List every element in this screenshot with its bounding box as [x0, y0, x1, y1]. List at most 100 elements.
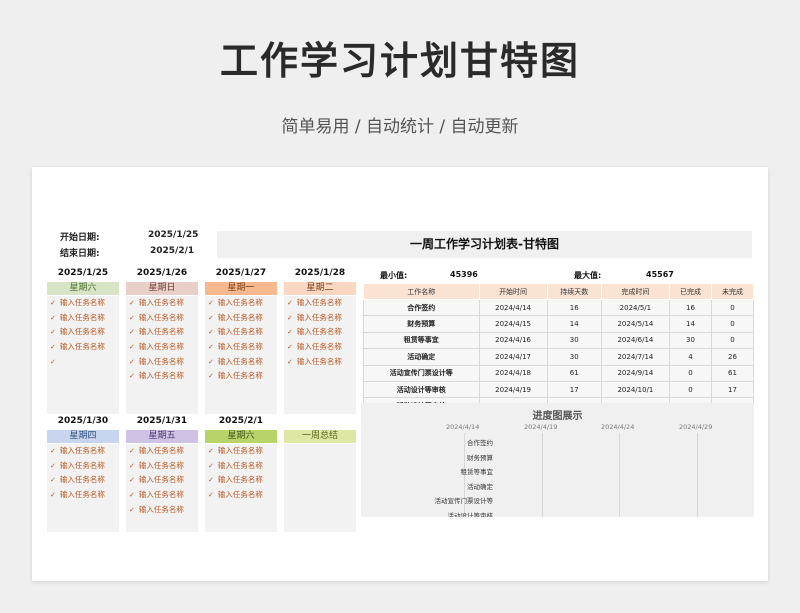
- task-name: 输入任务名称: [138, 460, 184, 470]
- task-item[interactable]: ✓ 输入任务名称: [205, 444, 277, 459]
- task-item[interactable]: ✓ 输入任务名称: [284, 296, 356, 311]
- table-cell[interactable]: 0: [668, 364, 712, 382]
- gantt-gridline: [697, 433, 698, 517]
- table-cell[interactable]: 合作签约: [363, 298, 480, 317]
- hero-title: 工作学习计划甘特图: [219, 39, 580, 83]
- table-cell[interactable]: 2024/7/14: [600, 348, 670, 366]
- table-cell[interactable]: 活动设计等审核: [363, 380, 480, 399]
- task-item[interactable]: ✓: [47, 355, 119, 370]
- task-item[interactable]: ✓ 输入任务名称: [284, 311, 356, 326]
- table-cell[interactable]: 财务预算: [363, 315, 480, 333]
- task-item[interactable]: ✓ 输入任务名称: [126, 488, 198, 503]
- task-item[interactable]: ✓ 输入任务名称: [47, 488, 119, 503]
- table-cell[interactable]: 0: [710, 298, 755, 317]
- table-cell[interactable]: 30: [546, 348, 602, 366]
- end-date-value[interactable]: 2025/2/1: [150, 246, 194, 256]
- task-name: 输入任务名称: [138, 446, 184, 455]
- table-cell[interactable]: 2024/6/14: [600, 331, 670, 350]
- task-name: 输入任务名称: [138, 312, 184, 322]
- task-item[interactable]: ✓ 输入任务名称: [284, 355, 356, 370]
- task-item[interactable]: ✓ 输入任务名称: [47, 325, 119, 340]
- task-item[interactable]: ✓ 输入任务名称: [47, 311, 119, 326]
- task-item[interactable]: ✓ 输入任务名称: [47, 296, 119, 311]
- task-item[interactable]: ✓ 输入任务名称: [205, 311, 277, 326]
- col-header: 未完成: [710, 283, 755, 300]
- table-cell[interactable]: 2024/10/1: [600, 380, 670, 399]
- table-cell[interactable]: 2024/4/15: [478, 315, 548, 333]
- table-cell[interactable]: 26: [710, 348, 755, 366]
- max-value: 45567: [646, 270, 674, 279]
- table-cell[interactable]: 活动确定: [363, 348, 480, 366]
- table-cell[interactable]: 租赁等事宜: [363, 331, 480, 350]
- task-item[interactable]: ✓ 输入任务名称: [126, 459, 198, 474]
- table-cell[interactable]: 2024/5/14: [600, 315, 670, 333]
- table-cell[interactable]: 14: [668, 315, 712, 333]
- start-date-value[interactable]: 2025/1/25: [148, 230, 198, 240]
- task-name: 输入任务名称: [59, 327, 105, 337]
- checkmark-icon: ✓: [50, 447, 56, 455]
- task-item[interactable]: ✓ 输入任务名称: [205, 459, 277, 474]
- task-item[interactable]: ✓ 输入任务名称: [205, 340, 277, 355]
- task-item[interactable]: ✓ 输入任务名称: [47, 444, 119, 459]
- day-task-list: ✓ 输入任务名称 ✓ 输入任务名称 ✓ 输入任务名称 ✓ 输入任务名称: [47, 444, 119, 532]
- checkmark-icon: ✓: [208, 299, 214, 307]
- table-cell[interactable]: 活动宣传门票设计等: [363, 364, 480, 382]
- day-header: 星期五: [126, 430, 198, 443]
- table-cell[interactable]: 2024/4/17: [478, 348, 548, 366]
- task-item[interactable]: ✓ 输入任务名称: [47, 473, 119, 488]
- table-cell[interactable]: 2024/4/18: [478, 364, 548, 382]
- table-cell[interactable]: 61: [546, 364, 602, 382]
- checkmark-icon: ✓: [129, 357, 135, 366]
- task-item[interactable]: ✓ 输入任务名称: [126, 325, 198, 340]
- task-item[interactable]: ✓ 输入任务名称: [284, 325, 356, 340]
- task-item[interactable]: ✓ 输入任务名称: [126, 311, 198, 326]
- day-header: 星期六: [47, 282, 119, 295]
- gantt-axis-tick: 2024/4/29: [679, 423, 713, 431]
- table-cell[interactable]: 4: [668, 348, 712, 366]
- table-cell[interactable]: 30: [668, 331, 712, 350]
- task-item[interactable]: ✓ 输入任务名称: [205, 369, 277, 384]
- hero-subtitle: 简单易用 / 自动统计 / 自动更新: [281, 117, 519, 137]
- table-row: 合作签约 2024/4/14 16 2024/5/1 16 0: [363, 298, 755, 317]
- table-cell[interactable]: 2024/4/14: [478, 298, 548, 317]
- task-item[interactable]: ✓ 输入任务名称: [126, 369, 198, 384]
- table-cell[interactable]: 14: [546, 315, 602, 333]
- task-item[interactable]: ✓ 输入任务名称: [126, 340, 198, 355]
- task-item[interactable]: ✓ 输入任务名称: [205, 488, 277, 503]
- table-cell[interactable]: 2024/4/19: [478, 380, 548, 399]
- task-item[interactable]: ✓ 输入任务名称: [205, 296, 277, 311]
- table-cell[interactable]: 2024/9/14: [600, 364, 670, 382]
- task-item[interactable]: ✓ 输入任务名称: [205, 473, 277, 488]
- task-item[interactable]: ✓ 输入任务名称: [126, 473, 198, 488]
- task-item[interactable]: ✓ 输入任务名称: [47, 459, 119, 474]
- table-cell[interactable]: 2024/4/16: [478, 331, 548, 350]
- table-cell[interactable]: 30: [546, 331, 602, 350]
- day-date: 2025/1/31: [136, 416, 188, 426]
- table-cell[interactable]: 0: [710, 315, 755, 333]
- task-item[interactable]: ✓ 输入任务名称: [205, 355, 277, 370]
- task-item[interactable]: ✓ 输入任务名称: [126, 503, 198, 518]
- task-item[interactable]: ✓ 输入任务名称: [284, 340, 356, 355]
- checkmark-icon: ✓: [50, 357, 56, 366]
- checkmark-icon: ✓: [50, 313, 56, 322]
- task-item[interactable]: ✓ 输入任务名称: [126, 296, 198, 311]
- table-cell[interactable]: 2024/5/1: [600, 298, 670, 317]
- task-name: 输入任务名称: [138, 475, 184, 485]
- table-cell[interactable]: 0: [710, 331, 755, 350]
- task-item[interactable]: ✓ 输入任务名称: [126, 444, 198, 459]
- checkmark-icon: ✓: [50, 328, 56, 337]
- col-header: 持续天数: [546, 283, 602, 300]
- table-cell[interactable]: 61: [710, 364, 755, 382]
- task-item[interactable]: ✓ 输入任务名称: [205, 325, 277, 340]
- table-cell[interactable]: 0: [668, 380, 712, 399]
- table-cell[interactable]: 17: [546, 380, 602, 399]
- table-cell[interactable]: 16: [546, 298, 602, 317]
- task-item[interactable]: ✓ 输入任务名称: [126, 355, 198, 370]
- checkmark-icon: ✓: [129, 313, 135, 322]
- checkmark-icon: ✓: [50, 476, 56, 485]
- table-cell[interactable]: 16: [668, 298, 712, 317]
- task-item[interactable]: ✓ 输入任务名称: [47, 340, 119, 355]
- gantt-category-label: 活动宣传门票设计等: [434, 497, 494, 506]
- day-date: 2025/1/28: [294, 268, 346, 278]
- table-cell[interactable]: 17: [710, 380, 755, 399]
